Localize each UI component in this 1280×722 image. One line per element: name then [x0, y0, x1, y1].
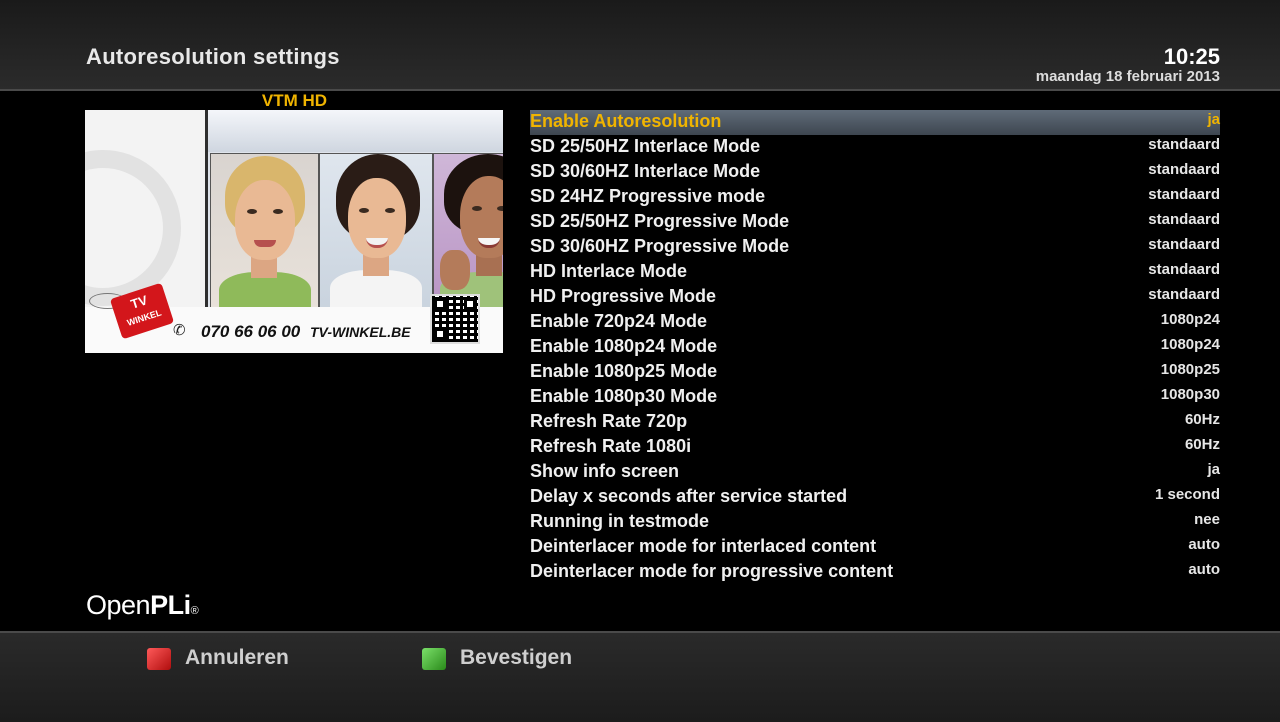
setting-value[interactable]: standaard [1148, 211, 1220, 228]
setting-value[interactable]: 1080p24 [1161, 311, 1220, 328]
settings-row[interactable]: Enable 1080p30 Mode 1080p30 [530, 385, 1220, 410]
setting-label: Enable 720p24 Mode [530, 311, 708, 331]
settings-row[interactable]: Refresh Rate 720p 60Hz [530, 410, 1220, 435]
background-swirl [85, 150, 181, 306]
setting-label: Delay x seconds after service started [530, 486, 848, 506]
setting-label: Refresh Rate 720p [530, 411, 688, 431]
settings-row[interactable]: Enable 720p24 Mode 1080p24 [530, 310, 1220, 335]
setting-value[interactable]: 1080p24 [1161, 336, 1220, 353]
settings-row[interactable]: Enable Autoresolution ja [530, 110, 1220, 135]
settings-row[interactable]: SD 30/60HZ Interlace Mode standaard [530, 160, 1220, 185]
setting-value[interactable]: standaard [1148, 186, 1220, 203]
setting-value[interactable]: ja [1207, 111, 1220, 128]
settings-row[interactable]: Running in testmode nee [530, 510, 1220, 535]
settings-row[interactable]: HD Interlace Mode standaard [530, 260, 1220, 285]
clock: 10:25 [1163, 44, 1220, 69]
settings-row[interactable]: Refresh Rate 1080i 60Hz [530, 435, 1220, 460]
setting-label: SD 25/50HZ Interlace Mode [530, 136, 761, 156]
setting-value[interactable]: 1080p25 [1161, 361, 1220, 378]
tv-preview: TV WINKEL ✆ 070 66 06 00 TV-WINKEL.BE [85, 110, 503, 353]
settings-row[interactable]: SD 24HZ Progressive mode standaard [530, 185, 1220, 210]
green-key-icon [422, 648, 446, 670]
setting-label: SD 30/60HZ Progressive Mode [530, 236, 790, 256]
setting-label: HD Progressive Mode [530, 286, 717, 306]
header-bar: Autoresolution settings 10:25 maandag 18… [0, 0, 1280, 91]
settings-row[interactable]: Deinterlacer mode for progressive conten… [530, 560, 1220, 585]
setting-value[interactable]: standaard [1148, 286, 1220, 303]
qr-code-icon [430, 294, 480, 344]
footer-bar: Annuleren Bevestigen [0, 631, 1280, 722]
preview-face-panel [210, 153, 319, 312]
settings-row[interactable]: SD 30/60HZ Progressive Mode standaard [530, 235, 1220, 260]
date-label: maandag 18 februari 2013 [1035, 68, 1220, 85]
setting-value[interactable]: 1080p30 [1161, 386, 1220, 403]
settings-row[interactable]: SD 25/50HZ Interlace Mode standaard [530, 135, 1220, 160]
promo-website: TV-WINKEL.BE [310, 324, 411, 340]
setting-label: SD 30/60HZ Interlace Mode [530, 161, 761, 181]
setting-label: Enable 1080p24 Mode [530, 336, 718, 356]
settings-row[interactable]: Deinterlacer mode for interlaced content… [530, 535, 1220, 560]
settings-row[interactable]: Enable 1080p25 Mode 1080p25 [530, 360, 1220, 385]
setting-label: SD 25/50HZ Progressive Mode [530, 211, 790, 231]
setting-value[interactable]: standaard [1148, 236, 1220, 253]
setting-label: Deinterlacer mode for interlaced content [530, 536, 877, 556]
setting-value[interactable]: auto [1188, 561, 1220, 578]
setting-label: HD Interlace Mode [530, 261, 688, 281]
setting-value[interactable]: standaard [1148, 161, 1220, 178]
setting-label: Show info screen [530, 461, 680, 481]
setting-label: Enable 1080p25 Mode [530, 361, 718, 381]
setting-label: SD 24HZ Progressive mode [530, 186, 766, 206]
openpli-logo: OpenPLi® [86, 590, 199, 620]
phone-icon: ✆ [173, 322, 186, 339]
setting-label: Running in testmode [530, 511, 709, 531]
channel-name: VTM HD [261, 91, 328, 110]
red-key-icon [147, 648, 171, 670]
settings-row[interactable]: SD 25/50HZ Progressive Mode standaard [530, 210, 1220, 235]
setting-label: Enable Autoresolution [530, 111, 722, 131]
settings-row[interactable]: Delay x seconds after service started 1 s… [530, 485, 1220, 510]
settings-row[interactable]: Enable 1080p24 Mode 1080p24 [530, 335, 1220, 360]
setting-label: Deinterlacer mode for progressive conten… [530, 561, 894, 581]
setting-value[interactable]: nee [1194, 511, 1220, 528]
settings-row[interactable]: Show info screen ja [530, 460, 1220, 485]
preview-panel-frame [205, 110, 503, 320]
setting-value[interactable]: auto [1188, 536, 1220, 553]
preview-face-panel [433, 153, 503, 312]
setting-value[interactable]: standaard [1148, 261, 1220, 278]
settings-list[interactable]: Enable Autoresolution ja SD 25/50HZ Interl… [530, 110, 1220, 585]
setting-label: Refresh Rate 1080i [530, 436, 692, 456]
promo-phone: 070 66 06 00 [201, 322, 301, 341]
preview-face-panel [319, 153, 433, 312]
setting-label: Enable 1080p30 Mode [530, 386, 718, 406]
setting-value[interactable]: 1 second [1155, 486, 1220, 503]
page-title: Autoresolution settings [86, 44, 340, 69]
setting-value[interactable]: standaard [1148, 136, 1220, 153]
settings-row[interactable]: HD Progressive Mode standaard [530, 285, 1220, 310]
setting-value[interactable]: 60Hz [1185, 411, 1220, 428]
setting-value[interactable]: ja [1207, 461, 1220, 478]
setting-value[interactable]: 60Hz [1185, 436, 1220, 453]
